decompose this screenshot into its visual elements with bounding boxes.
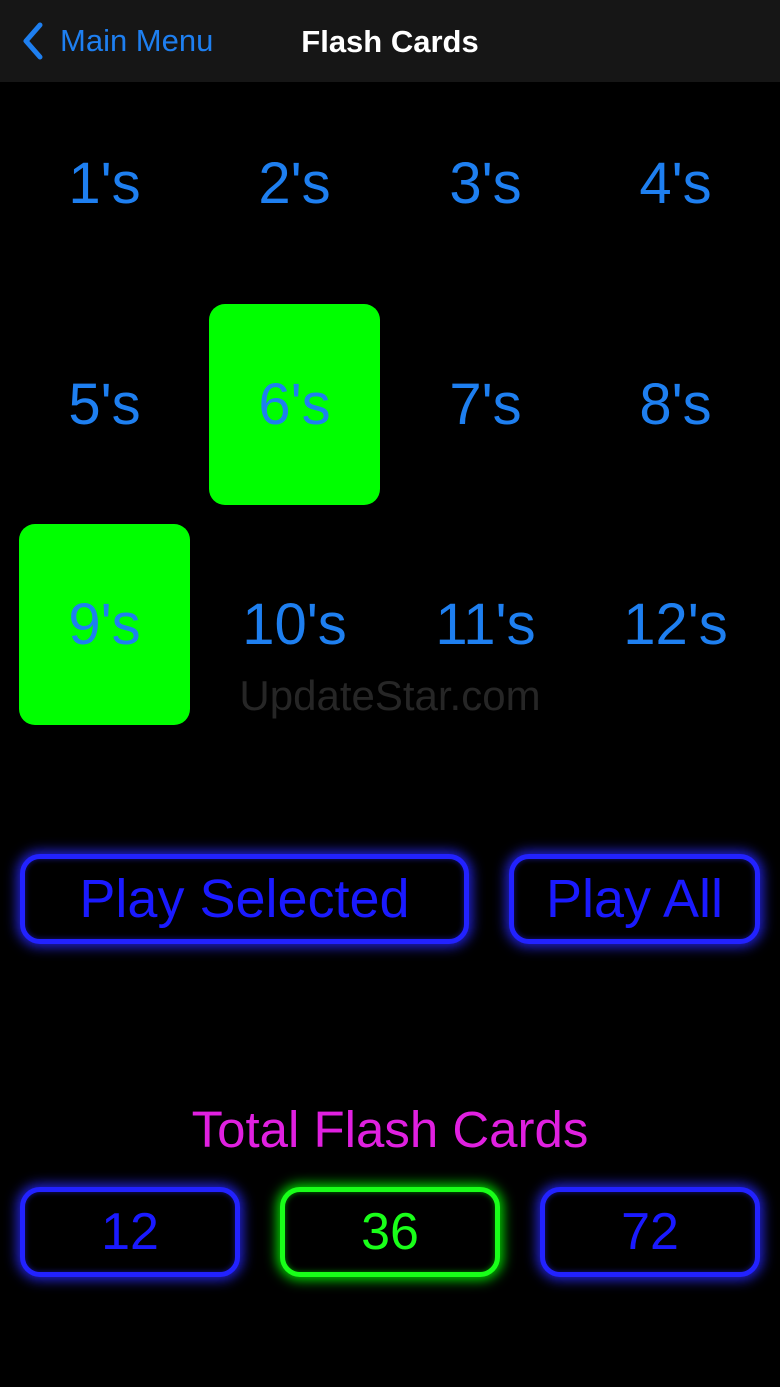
table-option-9[interactable]: 9's	[19, 524, 190, 725]
count-option-label: 72	[621, 1203, 679, 1261]
table-option-label: 6's	[258, 372, 331, 437]
count-option-72[interactable]: 72	[540, 1187, 760, 1277]
table-option-10[interactable]: 10's	[209, 524, 380, 725]
table-option-label: 3's	[449, 151, 522, 216]
table-option-4[interactable]: 4's	[590, 83, 761, 284]
navigation-bar: Main Menu Flash Cards	[0, 0, 780, 82]
table-option-label: 10's	[242, 592, 347, 657]
total-flash-cards-heading: Total Flash Cards	[191, 1101, 589, 1158]
table-option-label: 2's	[258, 151, 331, 216]
table-option-6[interactable]: 6's	[209, 304, 380, 505]
count-option-label: 12	[101, 1203, 159, 1261]
table-option-label: 9's	[68, 592, 141, 657]
table-option-3[interactable]: 3's	[400, 83, 571, 284]
play-selected-button[interactable]: Play Selected	[20, 854, 469, 944]
back-button[interactable]: Main Menu	[18, 18, 213, 64]
table-option-label: 11's	[435, 592, 536, 657]
table-option-11[interactable]: 11's	[400, 524, 571, 725]
table-option-2[interactable]: 2's	[209, 83, 380, 284]
count-option-36[interactable]: 36	[280, 1187, 500, 1277]
table-option-7[interactable]: 7's	[400, 304, 571, 505]
table-option-12[interactable]: 12's	[590, 524, 761, 725]
table-option-8[interactable]: 8's	[590, 304, 761, 505]
count-option-12[interactable]: 12	[20, 1187, 240, 1277]
table-option-label: 12's	[623, 592, 728, 657]
play-all-label: Play All	[545, 869, 724, 929]
table-option-5[interactable]: 5's	[19, 304, 190, 505]
chevron-left-icon	[18, 20, 48, 62]
table-option-label: 5's	[68, 372, 141, 437]
table-option-1[interactable]: 1's	[19, 83, 190, 284]
table-option-label: 1's	[68, 151, 141, 216]
back-button-label: Main Menu	[60, 23, 214, 58]
table-option-label: 7's	[449, 372, 522, 437]
play-all-button[interactable]: Play All	[509, 854, 760, 944]
play-selected-label: Play Selected	[79, 869, 410, 929]
table-option-label: 8's	[639, 372, 712, 437]
table-option-label: 4's	[639, 151, 712, 216]
count-option-label: 36	[361, 1203, 419, 1261]
